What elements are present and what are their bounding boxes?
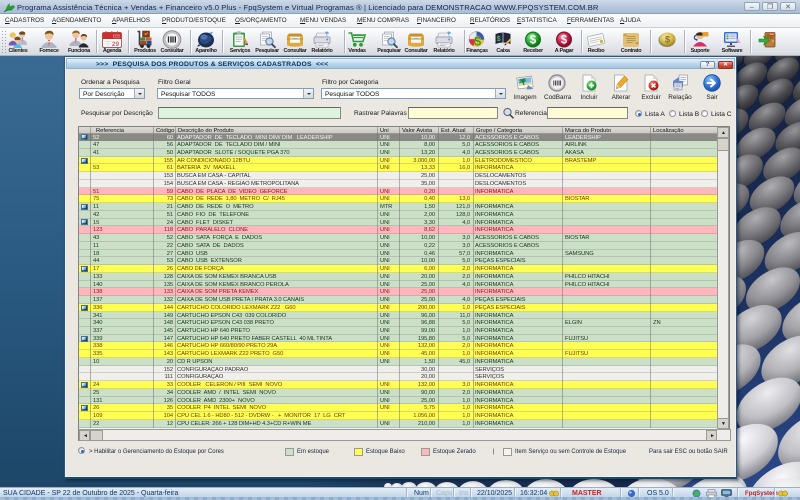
svg-text:$: $ [530, 35, 537, 47]
svg-text:JAN: JAN [113, 34, 120, 38]
svg-text:29: 29 [112, 41, 120, 48]
svg-text:$: $ [665, 34, 671, 45]
svg-text:$: $ [561, 35, 568, 47]
svg-text:EXIT: EXIT [770, 34, 775, 36]
svg-text:$: $ [474, 34, 482, 49]
svg-text:$: $ [497, 36, 501, 43]
